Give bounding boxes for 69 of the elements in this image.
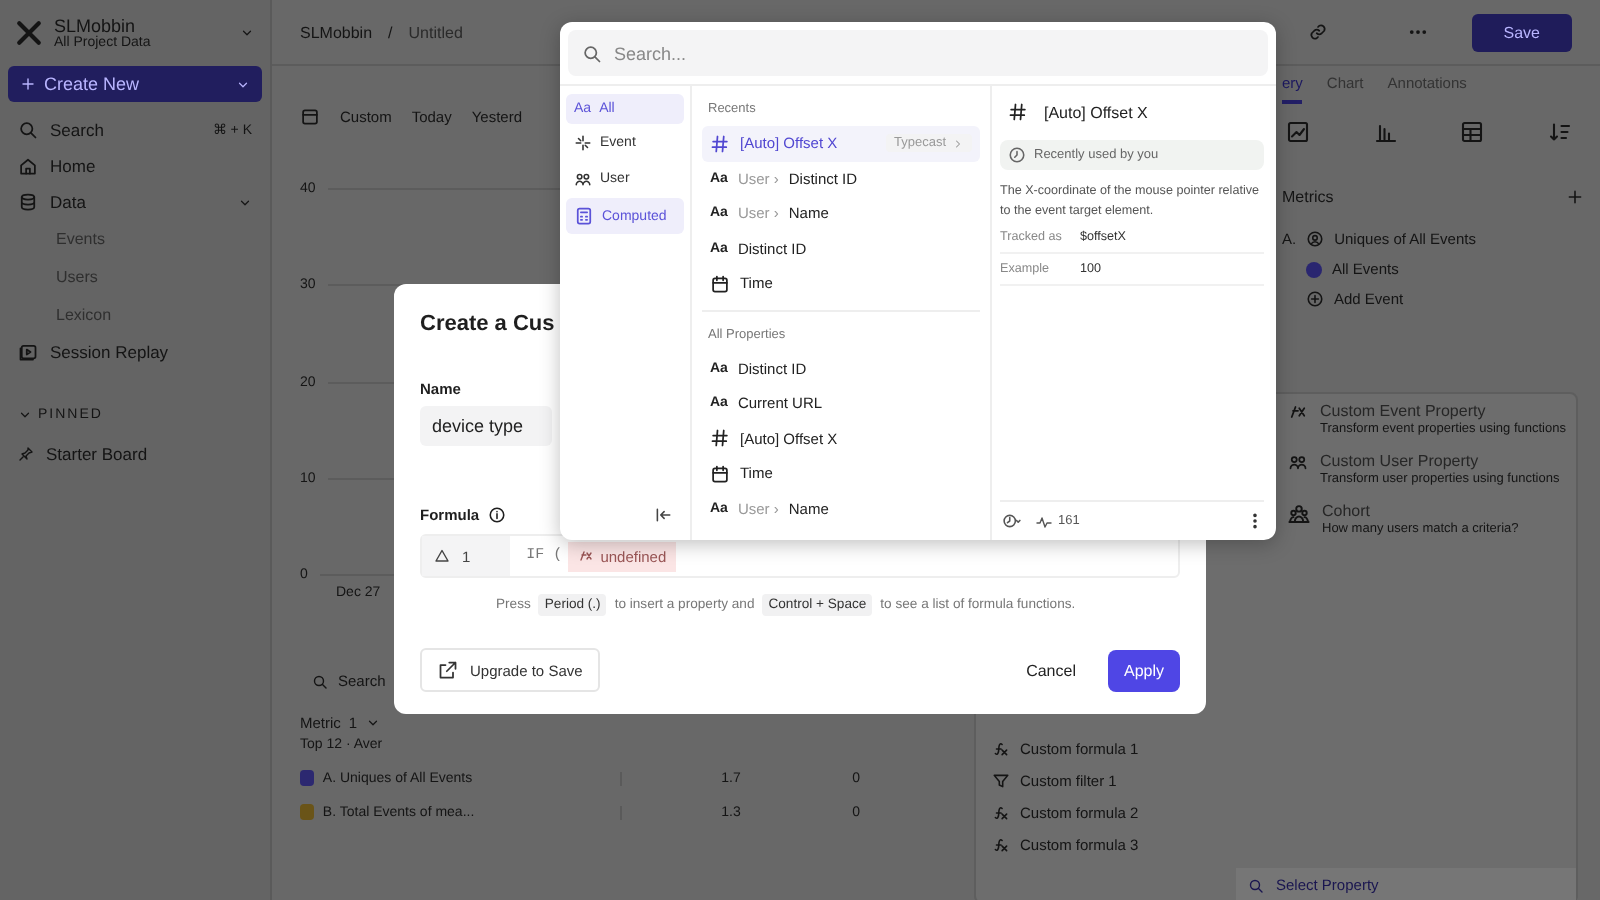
calendar-icon <box>710 463 730 484</box>
add-circle-icon <box>1306 290 1324 308</box>
clock-dropdown-icon <box>1000 512 1024 530</box>
home-icon <box>18 156 38 176</box>
people-icon <box>574 170 592 188</box>
breadcrumb-link[interactable]: SLMobbin <box>300 23 373 41</box>
search-icon <box>18 120 38 140</box>
video-icon <box>18 342 38 362</box>
plus-icon <box>1566 188 1584 206</box>
clock-icon <box>1008 146 1026 164</box>
activity-icon <box>1036 513 1052 529</box>
calculator-icon <box>574 206 594 226</box>
sidebar-item[interactable]: Home <box>8 150 262 182</box>
function-icon <box>578 548 595 564</box>
sidebar-item[interactable]: Data <box>8 186 262 218</box>
sidebar-item[interactable]: Session Replay <box>8 336 262 368</box>
group-icon <box>1288 502 1310 524</box>
breadcrumb-separator: / <box>388 23 393 41</box>
filter-icon <box>992 772 1010 790</box>
property-title: [Auto] Offset X <box>1044 103 1148 121</box>
plus-icon <box>20 76 36 92</box>
sparkle-icon <box>574 134 592 152</box>
link-icon <box>1307 22 1328 42</box>
collapse-icon <box>654 506 672 524</box>
name-field[interactable]: device type <box>420 406 552 446</box>
hash-icon <box>710 428 730 449</box>
sort-icon <box>1547 120 1572 144</box>
menu-item-title: Custom User Property <box>1320 452 1481 470</box>
formula-icon <box>992 740 1010 758</box>
menu-item-title: Custom Event Property <box>1320 402 1488 420</box>
formula-icon <box>992 836 1010 854</box>
line-chart-icon <box>1286 120 1310 144</box>
save-button[interactable]: Save <box>1471 13 1572 51</box>
info-icon <box>487 506 506 524</box>
hash-icon <box>1008 102 1028 122</box>
calendar-icon <box>300 106 320 126</box>
pinned-board[interactable]: Starter Board <box>8 438 262 470</box>
chevron-icon <box>365 716 380 730</box>
menu-item-title: Cohort <box>1322 502 1373 520</box>
table-icon <box>1460 120 1485 144</box>
chevron-icon <box>18 408 32 422</box>
hash-icon <box>710 133 730 154</box>
cancel-button[interactable]: Cancel <box>1014 659 1088 681</box>
bar-chart-icon <box>1373 120 1398 144</box>
dialog-title: Create a Cus <box>420 312 555 336</box>
search-icon <box>582 43 602 63</box>
page-title: Untitled <box>408 23 463 41</box>
pin-icon <box>18 446 34 462</box>
formula-icon <box>992 804 1010 822</box>
search-icon <box>312 673 328 689</box>
chevron-icon <box>236 77 250 91</box>
external-link-icon <box>438 660 458 680</box>
event-dot <box>1306 261 1322 277</box>
function-icon <box>1288 402 1308 422</box>
workspace-name: SLMobbin <box>54 16 138 36</box>
search-bar[interactable]: Search... <box>568 30 1268 76</box>
calendar-icon <box>710 273 730 294</box>
apply-button[interactable]: Apply <box>1107 649 1180 691</box>
create-new-button[interactable]: Create New <box>8 66 262 102</box>
warning-icon <box>434 548 450 564</box>
chevron-icon <box>238 195 252 209</box>
people-icon <box>1288 452 1308 472</box>
x-logo-icon <box>16 20 42 46</box>
chevron-icon <box>952 137 964 150</box>
section-heading: Metrics <box>1282 188 1334 206</box>
people-icon <box>1306 230 1325 248</box>
chevron-icon <box>240 26 254 40</box>
search-icon <box>1248 877 1264 893</box>
database-icon <box>18 192 38 212</box>
